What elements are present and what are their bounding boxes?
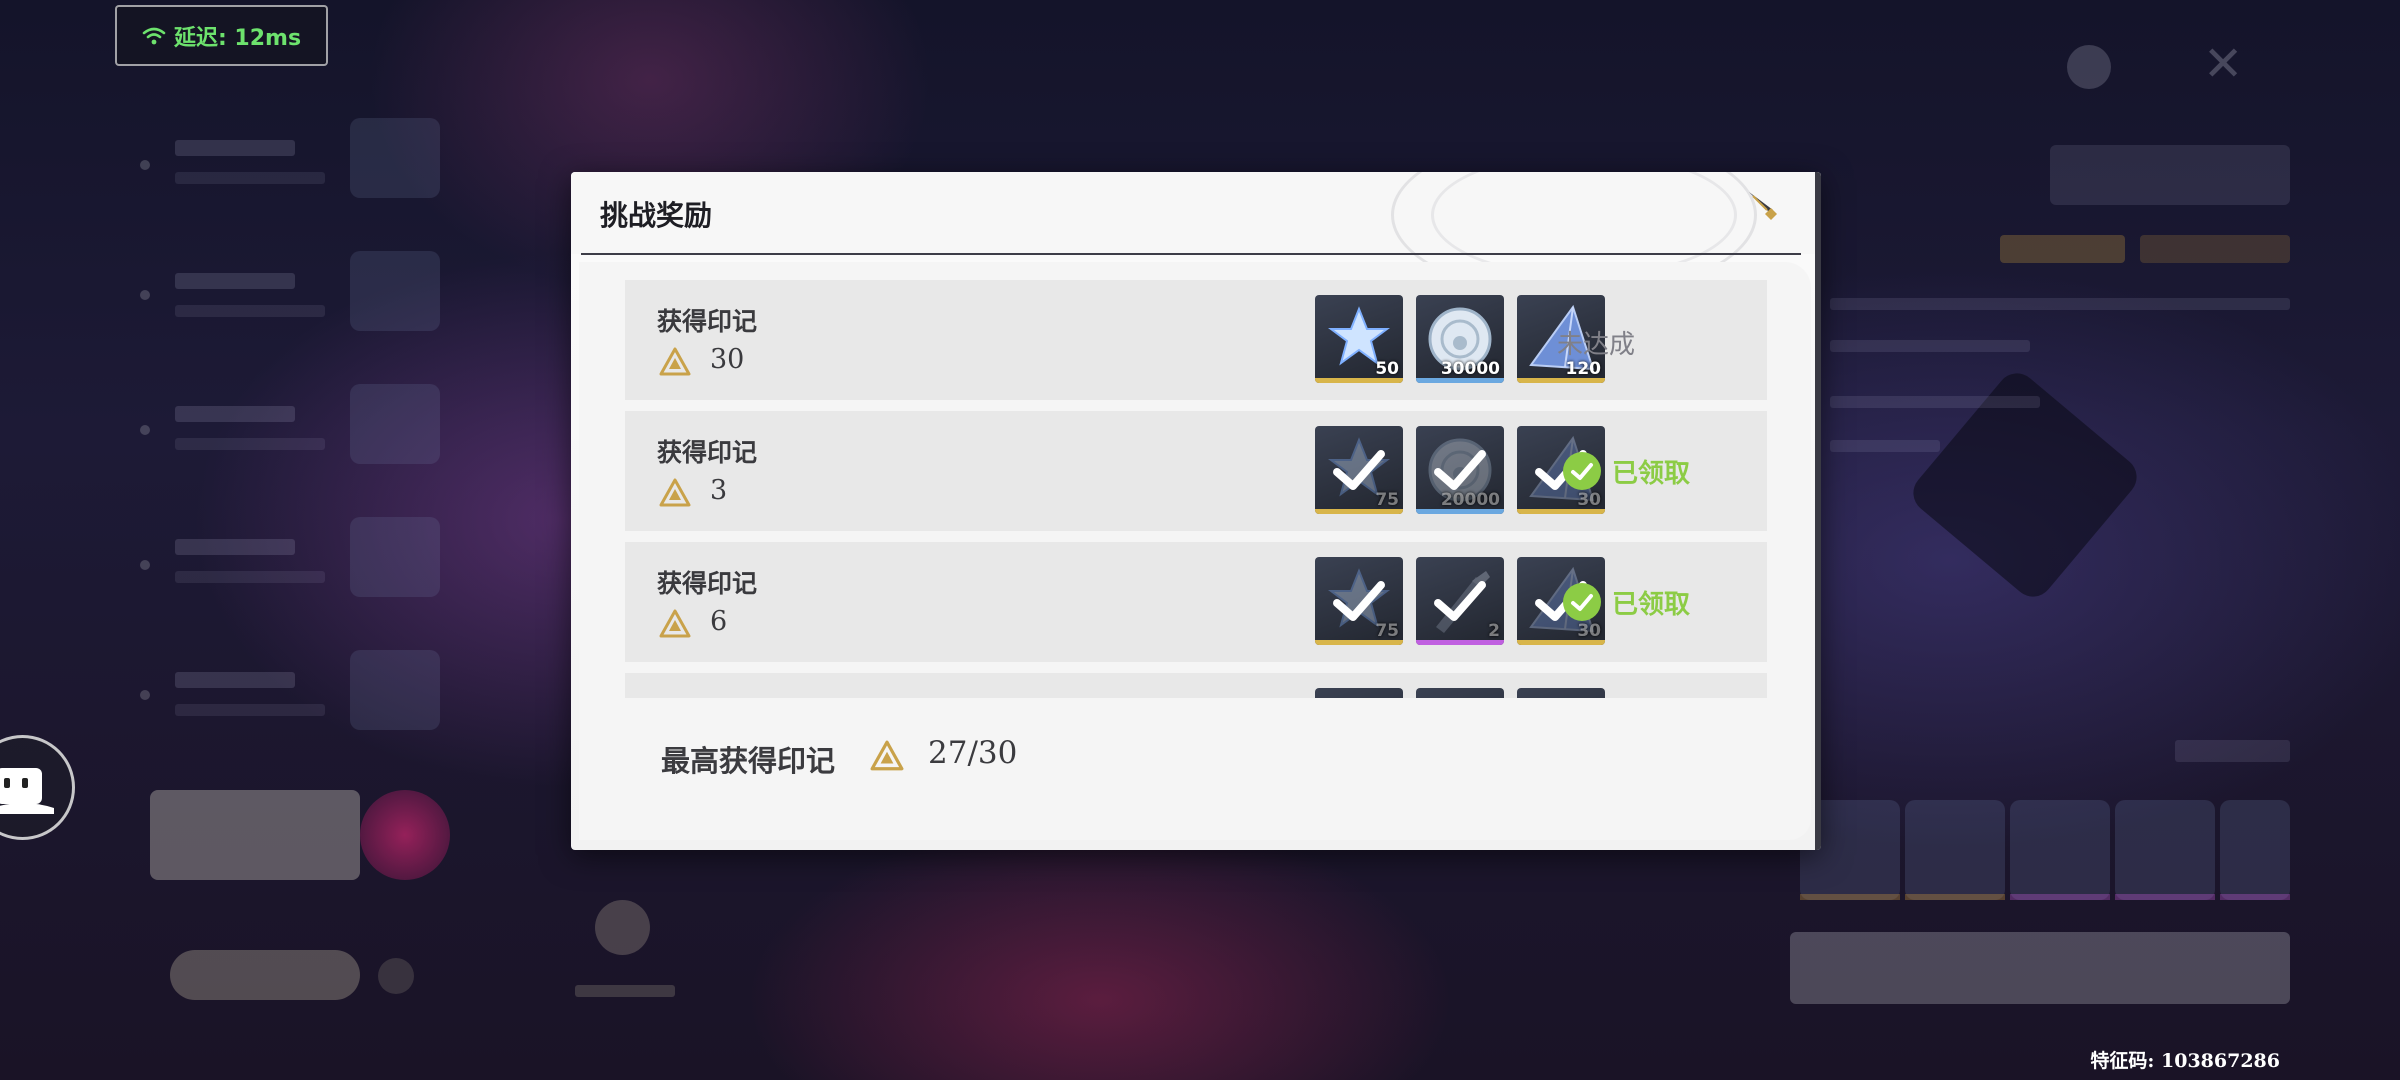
- mark-icon: [659, 478, 691, 507]
- background-text-line: [1830, 440, 1940, 452]
- floating-assistant-button[interactable]: [0, 735, 75, 840]
- reward-item[interactable]: [1517, 688, 1605, 698]
- reward-item[interactable]: 75: [1315, 557, 1403, 645]
- background-reward-item: [2010, 800, 2110, 900]
- close-button[interactable]: [1743, 186, 1799, 242]
- check-circle-icon: [1563, 583, 1601, 621]
- close-icon: [1749, 192, 1793, 236]
- rarity-bar: [1315, 509, 1403, 514]
- rarity-bar: [1416, 378, 1504, 383]
- background-pill-dot: [378, 958, 414, 994]
- rarity-bar: [1416, 640, 1504, 645]
- unmet-status-text: 未达成: [1557, 330, 1636, 360]
- claimed-status-text: 已领取: [1612, 589, 1691, 620]
- item-quantity: 75: [1375, 490, 1399, 510]
- background-start-button: [1790, 932, 2290, 1004]
- background-stage-item: [150, 110, 450, 222]
- rarity-bar: [1517, 378, 1605, 383]
- row-label: 获得印记: [657, 438, 758, 467]
- max-marks-value: 27/30: [928, 735, 1018, 771]
- background-reward-label: [2175, 740, 2290, 762]
- reward-item[interactable]: [1315, 688, 1403, 698]
- wifi-icon: [142, 27, 166, 44]
- assistant-icon: [0, 767, 54, 814]
- row-label: 获得印记: [657, 569, 758, 598]
- dialog-title: 挑战奖励: [600, 199, 713, 232]
- reward-list[interactable]: 获得印记 30 50 30000 120 未达成 获得印记 3 75 20000 30 已领取 获得印记…: [625, 280, 1767, 698]
- reward-row: [625, 673, 1767, 698]
- background-dot: [140, 560, 150, 570]
- background-pill-button: [170, 950, 360, 1000]
- dialog-header: 挑战奖励: [571, 172, 1821, 298]
- rarity-bar: [1315, 640, 1403, 645]
- row-mark-value: 3: [710, 475, 728, 506]
- item-quantity: 2: [1488, 621, 1500, 641]
- item-quantity: 30000: [1440, 359, 1500, 379]
- row-label: 获得印记: [657, 307, 758, 336]
- rarity-bar: [1517, 640, 1605, 645]
- background-dot: [140, 425, 150, 435]
- reward-item[interactable]: 2: [1416, 557, 1504, 645]
- background-title: [2050, 145, 2290, 205]
- item-icon: [1517, 688, 1605, 698]
- background-dot: [140, 290, 150, 300]
- background-stage-list: [150, 110, 450, 775]
- rarity-bar: [1416, 509, 1504, 514]
- rarity-bar: [1517, 509, 1605, 514]
- claimed-status: 已领取: [1562, 582, 1690, 622]
- claimed-status: 已领取: [1562, 451, 1690, 491]
- background-selected-thumb: [360, 790, 450, 880]
- background-text-line: [1830, 396, 2040, 408]
- background-dot: [140, 690, 150, 700]
- background-reward-item: [2220, 800, 2290, 900]
- background-reward-item: [1905, 800, 2005, 900]
- row-mark-value: 30: [710, 344, 745, 375]
- reward-item[interactable]: 75: [1315, 426, 1403, 514]
- item-quantity: 75: [1375, 621, 1399, 641]
- item-quantity: 20000: [1440, 490, 1500, 510]
- item-icon: [1416, 688, 1504, 698]
- background-reward-item: [2115, 800, 2215, 900]
- mark-icon: [870, 740, 904, 771]
- reward-row: 获得印记 30 50 30000 120 未达成: [625, 280, 1767, 400]
- background-stage-item: [150, 642, 450, 754]
- background-close-icon: ✕: [2203, 36, 2244, 92]
- background-bottom-text: [575, 985, 675, 997]
- background-top-circle: [2067, 45, 2111, 89]
- item-icon: [1315, 688, 1403, 698]
- max-marks-label: 最高获得印记: [661, 744, 836, 778]
- background-text-line: [1830, 340, 2030, 352]
- item-quantity: 50: [1375, 359, 1399, 379]
- latency-indicator: 延迟: 12ms: [115, 5, 328, 66]
- rarity-bar: [1315, 378, 1403, 383]
- claimed-status-text: 已领取: [1612, 458, 1691, 489]
- reward-item[interactable]: 30000: [1416, 295, 1504, 383]
- background-stage-item: [150, 243, 450, 355]
- mark-icon: [659, 609, 691, 638]
- background-tag: [2000, 235, 2125, 263]
- mark-icon: [659, 347, 691, 376]
- reward-item[interactable]: 20000: [1416, 426, 1504, 514]
- row-mark-value: 6: [710, 606, 728, 637]
- background-dot: [140, 160, 150, 170]
- item-quantity: 30: [1577, 490, 1601, 510]
- background-text-line: [1830, 298, 2290, 310]
- background-selected-stage: [150, 790, 360, 880]
- feature-code-text: 特征码: 103867286: [2090, 1050, 2280, 1072]
- check-circle-icon: [1563, 452, 1601, 490]
- reward-row: 获得印记 3 75 20000 30 已领取: [625, 411, 1767, 531]
- reward-row: 获得印记 6 75 2 30 已领取: [625, 542, 1767, 662]
- background-tag: [2140, 235, 2290, 263]
- item-quantity: 30: [1577, 621, 1601, 641]
- item-quantity: 120: [1565, 359, 1602, 379]
- reward-item[interactable]: [1416, 688, 1504, 698]
- latency-text: 延迟: 12ms: [173, 25, 302, 51]
- background-stage-item: [150, 509, 450, 621]
- header-divider: [581, 253, 1801, 255]
- background-bottom-icon: [595, 900, 650, 955]
- dialog-edge: [1815, 172, 1821, 850]
- background-stage-item: [150, 376, 450, 488]
- challenge-rewards-dialog: 挑战奖励 获得印记 30 50 30000 120 未达成 获得印记 3 75 20000 30 已领…: [571, 172, 1821, 850]
- reward-item[interactable]: 50: [1315, 295, 1403, 383]
